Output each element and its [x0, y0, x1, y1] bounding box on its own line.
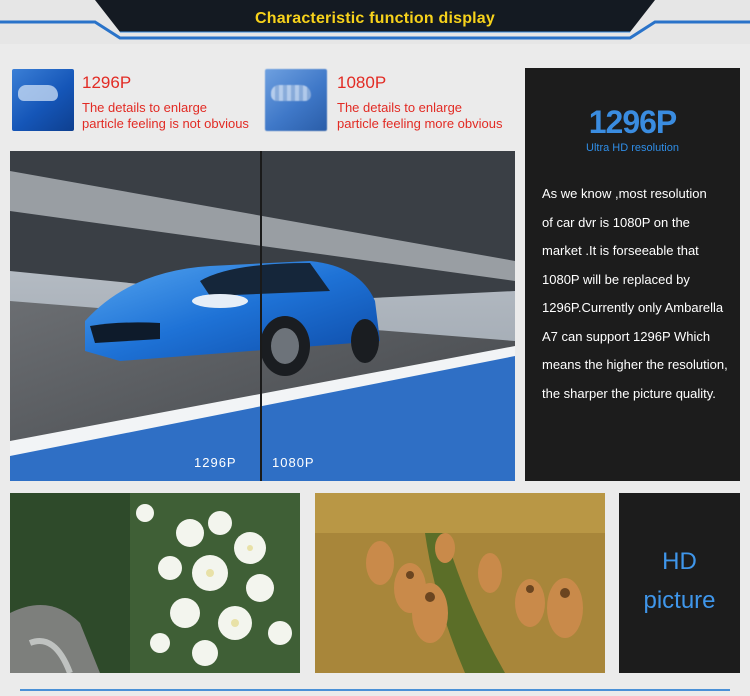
info-line: the sharper the picture quality.: [542, 385, 716, 401]
comparison-divider: [260, 151, 262, 481]
resolution-label-1296p: 1296P: [82, 73, 132, 92]
resolution-desc-1080p-line1: The details to enlarge: [337, 100, 463, 115]
info-line: 1080P will be replaced by: [542, 271, 690, 287]
resolution-desc-1296p-line1: The details to enlarge: [82, 100, 208, 115]
bottom-divider: [20, 689, 730, 691]
info-subheadline: Ultra HD resolution: [586, 142, 679, 154]
info-line: market .It is forseeable that: [542, 243, 699, 258]
thumbnail-1080p: [265, 69, 327, 131]
page-title: Characteristic function display: [254, 10, 496, 27]
car-caption-1080p: 1080P: [272, 455, 315, 470]
info-line: means the higher the resolution,: [542, 357, 728, 372]
info-line: 1296P.Currently only Ambarella: [542, 300, 724, 315]
hd-picture-label: picture: [643, 587, 716, 614]
info-line: As we know ,most resolution: [542, 186, 707, 201]
hd-label: HD: [662, 548, 697, 575]
resolution-label-1080p: 1080P: [337, 73, 387, 92]
lion-photo: [315, 493, 605, 673]
thumbnail-1296p: [12, 69, 74, 131]
resolution-desc-1080p-line2: particle feeling more obvious: [337, 116, 503, 131]
car-comparison-image: [10, 151, 515, 481]
flower-photo: [10, 493, 300, 673]
info-line: A7 can support 1296P Which: [542, 328, 711, 344]
info-headline: 1296P: [588, 104, 678, 140]
info-line: of car dvr is 1080P on the: [542, 214, 690, 230]
resolution-desc-1296p-line2: particle feeling is not obvious: [82, 116, 249, 131]
car-caption-1296p: 1296P: [194, 455, 237, 470]
info-description: As we know ,most resolution of car dvr i…: [542, 180, 742, 408]
hd-panel: [619, 493, 740, 673]
